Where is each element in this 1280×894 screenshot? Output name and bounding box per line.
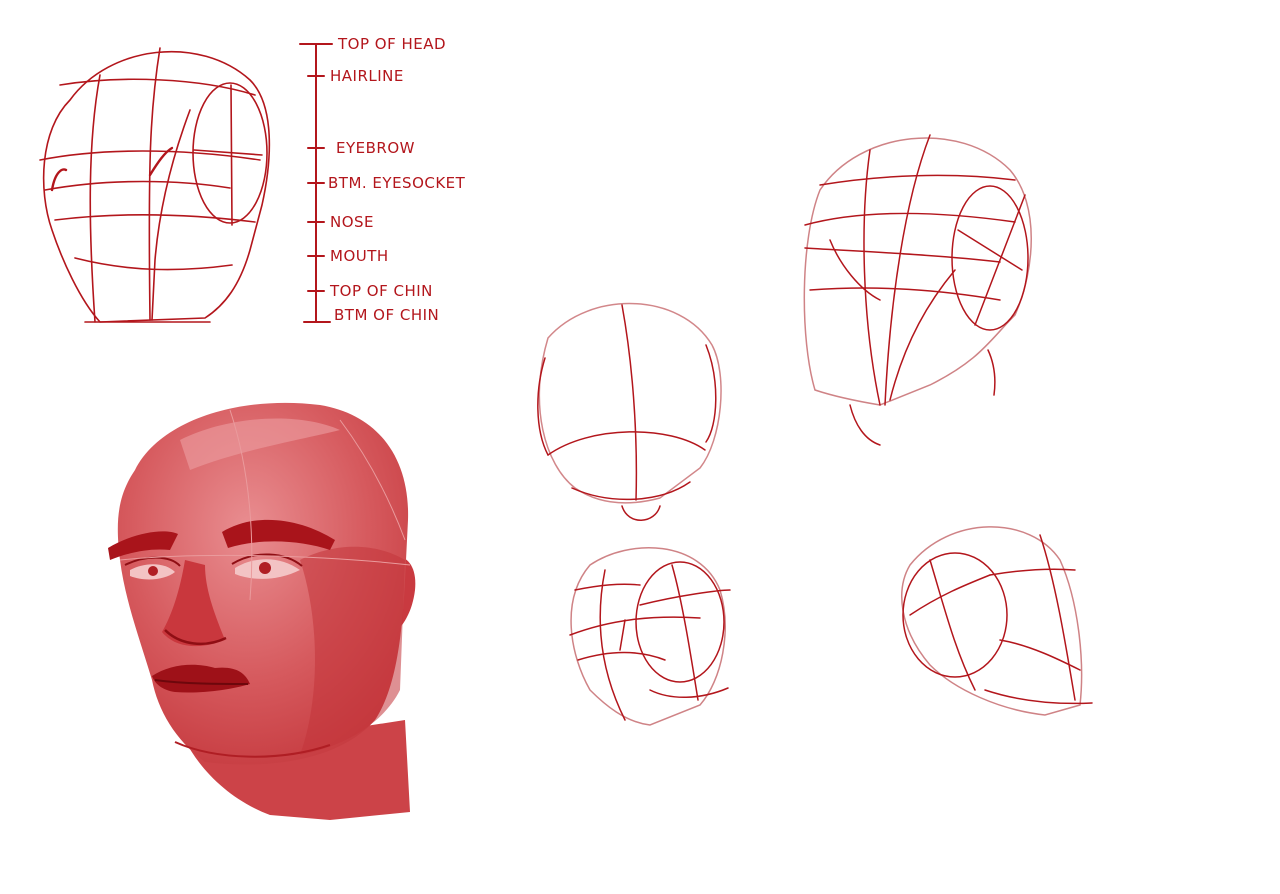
label-mouth: MOUTH <box>330 247 389 265</box>
label-top-of-head: TOP OF HEAD <box>337 35 446 53</box>
label-top-of-chin: TOP OF CHIN <box>329 282 433 300</box>
painted-head <box>108 402 416 820</box>
label-nose: NOSE <box>330 213 374 231</box>
label-bottom-eyesocket: BTM. EYESOCKET <box>328 174 466 192</box>
tilted-head-sketch <box>569 547 731 726</box>
sketch-sheet: TOP OF HEAD HAIRLINE EYEBROW BTM. EYESOC… <box>39 35 1093 820</box>
label-hairline: HAIRLINE <box>330 67 404 85</box>
proportion-head-sketch <box>39 47 271 323</box>
front-view-head-sketch <box>537 302 722 521</box>
three-quarter-head-sketch <box>803 134 1032 446</box>
label-eyebrow: EYEBROW <box>336 139 415 157</box>
proportion-labels: TOP OF HEAD HAIRLINE EYEBROW BTM. EYESOC… <box>328 35 466 324</box>
turned-away-head-sketch <box>901 526 1093 716</box>
drawing-canvas: TOP OF HEAD HAIRLINE EYEBROW BTM. EYESOC… <box>0 0 1280 894</box>
label-bottom-of-chin: BTM OF CHIN <box>334 306 439 324</box>
